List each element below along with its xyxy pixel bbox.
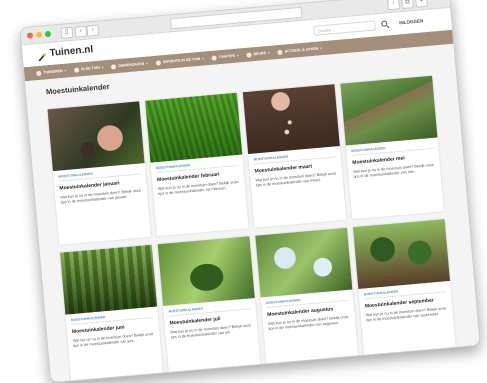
card-image[interactable] bbox=[242, 84, 340, 155]
browser-window: ▯ ‹ › ↑ ⧉ + Tuinen.nl Zoeken INLOGGEN TU… bbox=[19, 0, 481, 383]
nav-item-dierenzaken[interactable]: DIERENZAKEN ▾ bbox=[111, 61, 148, 70]
article-card[interactable]: MOESTUINKALENDER Moestuinkalender juni W… bbox=[60, 244, 164, 383]
article-card[interactable]: MOESTUINKALENDER Moestuinkalender maart … bbox=[242, 84, 347, 228]
nav-item-label: GROENTE IN DE TUIN bbox=[162, 56, 201, 65]
shovel-icon bbox=[211, 54, 217, 61]
article-card[interactable]: MOESTUINKALENDER Moestuinkalender juli W… bbox=[157, 236, 262, 380]
page-title: Moestuinkalender bbox=[45, 81, 110, 97]
chevron-down-icon: ▾ bbox=[146, 61, 148, 66]
pot-icon bbox=[155, 59, 161, 66]
card-image[interactable] bbox=[145, 92, 243, 163]
close-window-button[interactable] bbox=[26, 32, 34, 39]
leaf-icon bbox=[277, 49, 283, 55]
card-excerpt: Wat kun je nu in de moestuin doen? Bekij… bbox=[255, 171, 337, 188]
minimize-window-button[interactable] bbox=[35, 31, 43, 39]
shovel-logo-icon bbox=[36, 49, 47, 61]
back-icon[interactable]: ‹ bbox=[74, 25, 88, 38]
article-card[interactable]: MOESTUINKALENDER Moestuinkalender septem… bbox=[352, 219, 457, 363]
card-excerpt: Wat kun je nu in de moestuin doen? Bekij… bbox=[352, 162, 434, 180]
plant-icon bbox=[36, 70, 42, 76]
card-excerpt: Wat kun je nu in de moestuin doen? Bekij… bbox=[72, 331, 154, 349]
card-excerpt: Wat kun je nu in de moestuin doen? Bekij… bbox=[170, 323, 252, 340]
new-tab-icon[interactable]: + bbox=[415, 0, 429, 8]
card-grid: MOESTUINKALENDER Moestuinkalender januar… bbox=[47, 75, 457, 383]
flower-icon bbox=[246, 51, 252, 58]
tabs-icon[interactable]: ⧉ bbox=[401, 0, 415, 10]
card-image[interactable] bbox=[255, 227, 353, 298]
card-excerpt: Wat kun je nu in de moestuin doen? Bekij… bbox=[60, 188, 142, 205]
nav-item-label: TUINIEREN bbox=[43, 68, 63, 75]
nav-item-tuinieren[interactable]: TUINIEREN ▾ bbox=[36, 68, 66, 76]
search-icon[interactable] bbox=[381, 20, 388, 27]
card-excerpt: Wat kun je nu in de moestuin doen? Bekij… bbox=[157, 179, 239, 197]
card-excerpt: Wat kun je nu in de moestuin doen? Bekij… bbox=[267, 314, 349, 332]
nav-item-label: ACTUEEL & ZAKEN bbox=[284, 46, 319, 54]
main-content: Moestuinkalender MOESTUINKALENDER Moestu… bbox=[24, 43, 481, 383]
nav-item-beurs[interactable]: BEURS ▾ bbox=[246, 50, 270, 58]
maximize-window-button[interactable] bbox=[44, 30, 52, 38]
nav-item-label: TUINTIPS bbox=[218, 53, 236, 60]
site-logo[interactable]: Tuinen.nl bbox=[36, 44, 94, 61]
login-link[interactable]: INLOGGEN bbox=[399, 18, 423, 25]
animal-icon bbox=[111, 63, 117, 70]
forward-icon[interactable]: › bbox=[86, 24, 100, 37]
nav-item-label: BEURS bbox=[253, 51, 267, 57]
shed-icon bbox=[73, 66, 80, 73]
card-image[interactable] bbox=[47, 101, 145, 172]
article-card[interactable]: MOESTUINKALENDER Moestuinkalender februa… bbox=[145, 92, 249, 237]
chevron-down-icon: ▾ bbox=[236, 53, 239, 58]
card-excerpt: Wat kun je nu in de moestuin doen? Bekij… bbox=[365, 306, 447, 323]
sidebar-toggle-icon[interactable]: ▯ bbox=[60, 26, 74, 39]
nav-item-in-de-tuin[interactable]: IN DE TUIN ▾ bbox=[73, 65, 104, 73]
chevron-down-icon: ▾ bbox=[64, 68, 67, 73]
card-image[interactable] bbox=[60, 244, 158, 315]
screenshot-stage: ▯ ‹ › ↑ ⧉ + Tuinen.nl Zoeken INLOGGEN TU… bbox=[0, 0, 487, 383]
nav-item-label: DIERENZAKEN bbox=[118, 61, 145, 69]
article-card[interactable]: MOESTUINKALENDER Moestuinkalender mei Wa… bbox=[340, 75, 444, 220]
card-image[interactable] bbox=[352, 219, 450, 289]
chevron-down-icon: ▾ bbox=[202, 56, 204, 61]
chevron-down-icon: ▾ bbox=[101, 65, 104, 70]
nav-item-label: IN DE TUIN bbox=[80, 65, 101, 72]
article-card[interactable]: MOESTUINKALENDER Moestuinkalender august… bbox=[255, 227, 359, 372]
nav-item-groente[interactable]: GROENTE IN DE TUIN ▾ bbox=[155, 56, 204, 66]
card-image[interactable] bbox=[157, 236, 255, 307]
article-card[interactable]: MOESTUINKALENDER Moestuinkalender januar… bbox=[47, 101, 152, 245]
search-input[interactable]: Zoeken bbox=[313, 20, 376, 36]
window-controls bbox=[26, 30, 52, 39]
chevron-down-icon: ▾ bbox=[267, 50, 270, 55]
chevron-down-icon: ▾ bbox=[320, 46, 322, 51]
card-image[interactable] bbox=[340, 75, 438, 146]
nav-item-tuintips[interactable]: TUINTIPS ▾ bbox=[211, 53, 239, 61]
nav-item-actueel[interactable]: ACTUEEL & ZAKEN ▾ bbox=[277, 46, 322, 55]
share-icon[interactable]: ↑ bbox=[387, 0, 401, 11]
logo-text: Tuinen.nl bbox=[49, 44, 94, 59]
